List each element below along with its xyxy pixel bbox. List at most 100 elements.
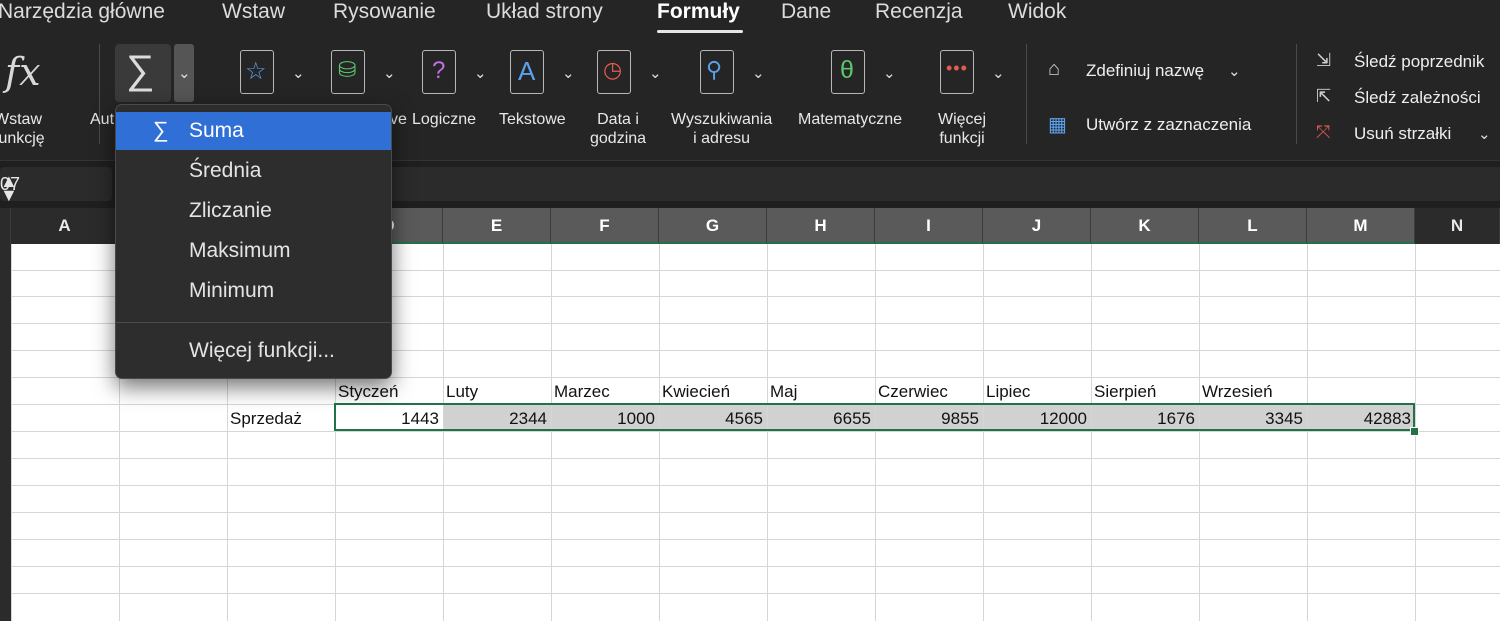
date-time-button[interactable]: ◷ xyxy=(597,50,631,94)
fill-handle[interactable] xyxy=(1410,427,1419,436)
menu-item-more-functions[interactable]: Więcej funkcji... xyxy=(116,332,391,370)
chevron-down-icon: ⌄ xyxy=(292,65,305,82)
tab-view[interactable]: Widok xyxy=(1008,0,1066,24)
remove-arrows-button[interactable]: ⤧ Usuń strzałki ⌄ xyxy=(1316,122,1500,148)
sigma-icon: ∑ xyxy=(126,48,155,92)
month-cell[interactable]: Wrzesień xyxy=(1202,382,1273,402)
tag-icon: ⌂ xyxy=(1048,58,1061,80)
tab-home[interactable]: Narzędzia główne xyxy=(0,0,165,24)
column-header-j[interactable]: J xyxy=(983,208,1091,244)
ribbon-tabs: Narzędzia główne Wstaw Rysowanie Układ s… xyxy=(0,0,1500,38)
math-label: Matematyczne xyxy=(798,111,903,128)
column-header-i[interactable]: I xyxy=(875,208,983,244)
selection-border xyxy=(334,403,1415,431)
sigma-icon: ∑ xyxy=(153,117,169,142)
define-name-button[interactable]: ⌂ Zdefiniuj nazwę ⌄ xyxy=(1046,58,1246,86)
remove-arrows-icon: ⤧ xyxy=(1316,122,1331,142)
trace-dependents-label: Śledź zależności xyxy=(1354,88,1481,107)
month-cell[interactable]: Maj xyxy=(770,382,797,402)
column-header-k[interactable]: K xyxy=(1091,208,1199,244)
insert-function-button[interactable]: fx Wstaw funkcję xyxy=(0,38,60,150)
menu-item-max[interactable]: Maksimum xyxy=(116,232,391,270)
magnifier-icon: ⚲ xyxy=(706,57,723,82)
month-cell[interactable]: Styczeń xyxy=(338,382,398,402)
month-cell[interactable]: Marzec xyxy=(554,382,610,402)
column-header-f[interactable]: F xyxy=(551,208,659,244)
chevron-down-icon: ⌄ xyxy=(649,65,662,82)
autosum-label: Aut xyxy=(90,111,115,128)
ribbon-separator xyxy=(1296,44,1297,144)
chevron-down-icon: ⌄ xyxy=(383,65,396,82)
autosum-button[interactable]: ∑ ⌄ xyxy=(115,44,195,104)
name-box-down-icon[interactable]: ▼ xyxy=(0,185,18,206)
clock-icon: ◷ xyxy=(603,57,623,82)
lookup-button[interactable]: ⚲ xyxy=(700,50,734,94)
date-time-label: Data i godzina xyxy=(590,111,647,147)
trace-precedents-label: Śledź poprzednik xyxy=(1354,52,1485,71)
menu-separator xyxy=(116,322,391,323)
remove-arrows-label: Usuń strzałki xyxy=(1354,124,1452,143)
text-functions-button[interactable]: A xyxy=(510,50,544,94)
chevron-down-icon: ⌄ xyxy=(1478,126,1491,143)
menu-item-average[interactable]: Średnia xyxy=(116,152,391,190)
trace-dependents-icon: ⇱ xyxy=(1316,86,1332,106)
month-cell[interactable]: Lipiec xyxy=(986,382,1030,402)
chevron-down-icon: ⌄ xyxy=(752,65,765,82)
more-functions-button[interactable]: ••• xyxy=(940,50,974,94)
chevron-down-icon: ⌄ xyxy=(178,65,191,82)
autosum-dropdown-toggle[interactable]: ⌄ xyxy=(174,44,194,102)
month-cell[interactable]: Luty xyxy=(446,382,478,402)
trace-dependents-button[interactable]: ⇱ Śledź zależności xyxy=(1316,86,1500,112)
letter-a-icon: A xyxy=(518,56,536,86)
column-header-e[interactable]: E xyxy=(443,208,551,244)
trace-precedents-icon: ⇲ xyxy=(1316,50,1332,70)
logical-button[interactable]: ? xyxy=(422,50,456,94)
tab-formulas[interactable]: Formuły xyxy=(657,0,740,24)
function-fx-icon: fx xyxy=(5,50,41,94)
tab-review[interactable]: Recenzja xyxy=(875,0,963,24)
column-header-h[interactable]: H xyxy=(767,208,875,244)
select-all-corner[interactable] xyxy=(0,208,11,244)
chevron-down-icon: ⌄ xyxy=(474,65,487,82)
recently-used-button[interactable]: ☆ xyxy=(240,50,274,94)
column-header-l[interactable]: L xyxy=(1199,208,1307,244)
name-box[interactable]: 07 ▲ ▼ xyxy=(0,167,112,205)
menu-item-sum[interactable]: ∑ Suma xyxy=(116,112,391,150)
chevron-down-icon: ⌄ xyxy=(992,65,1005,82)
table-icon: ▦ xyxy=(1048,114,1067,136)
column-header-m[interactable]: M xyxy=(1307,208,1415,244)
question-mark-icon: ? xyxy=(432,57,446,84)
autosum-dropdown-menu: ∑ Suma Średnia Zliczanie Maksimum Minimu… xyxy=(115,104,392,379)
text-label: Tekstowe xyxy=(499,111,566,128)
column-header-n[interactable]: N xyxy=(1415,208,1500,244)
month-cell[interactable]: Kwiecień xyxy=(662,382,730,402)
column-header-a[interactable]: A xyxy=(11,208,119,244)
lookup-label: Wyszukiwania i adresu xyxy=(671,111,773,147)
insert-function-label: Wstaw funkcję xyxy=(0,111,45,147)
tab-page-layout[interactable]: Układ strony xyxy=(486,0,603,24)
row-label-cell[interactable]: Sprzedaż xyxy=(230,409,302,429)
tab-draw[interactable]: Rysowanie xyxy=(333,0,436,24)
month-cell[interactable]: Czerwiec xyxy=(878,382,948,402)
financial-button[interactable]: ⛁ xyxy=(331,50,365,94)
column-header-g[interactable]: G xyxy=(659,208,767,244)
create-from-selection-button[interactable]: ▦ Utwórz z zaznaczenia xyxy=(1046,112,1286,140)
month-cell[interactable]: Sierpień xyxy=(1094,382,1156,402)
formula-input[interactable] xyxy=(392,167,1500,201)
math-button[interactable]: θ xyxy=(831,50,865,94)
chevron-down-icon: ⌄ xyxy=(1228,63,1241,80)
menu-item-min[interactable]: Minimum xyxy=(116,272,391,310)
chevron-down-icon: ⌄ xyxy=(883,65,896,82)
ellipsis-icon: ••• xyxy=(946,58,968,78)
define-name-label: Zdefiniuj nazwę xyxy=(1086,61,1205,80)
ribbon-separator xyxy=(1026,44,1027,144)
active-tab-indicator xyxy=(657,30,743,33)
create-from-selection-label: Utwórz z zaznaczenia xyxy=(1086,115,1252,134)
menu-item-count[interactable]: Zliczanie xyxy=(116,192,391,230)
star-icon: ☆ xyxy=(245,58,267,85)
logical-label: Logiczne xyxy=(412,111,477,128)
tab-data[interactable]: Dane xyxy=(781,0,831,24)
trace-precedents-button[interactable]: ⇲ Śledź poprzednik xyxy=(1316,50,1500,76)
financial-label-partial: ve xyxy=(390,111,407,128)
tab-insert[interactable]: Wstaw xyxy=(222,0,285,24)
